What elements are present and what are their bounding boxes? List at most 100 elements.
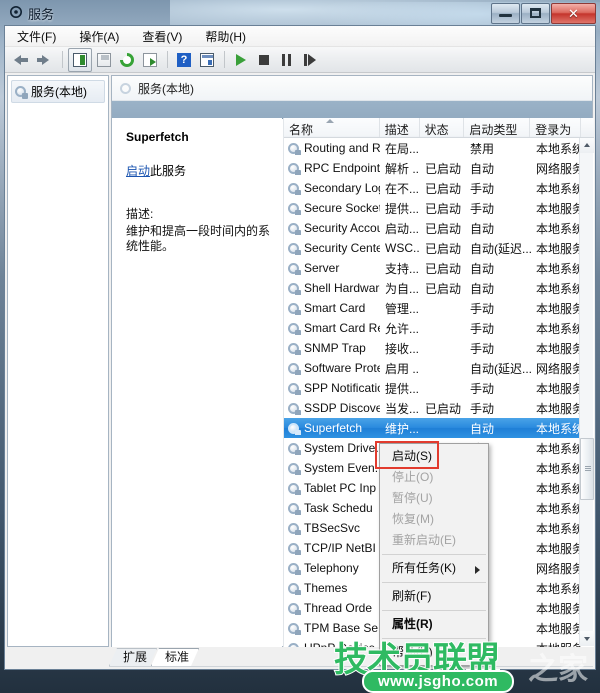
cell-service-name: Routing and Re... xyxy=(284,141,380,155)
table-row[interactable]: SPP Notification ... 提供... 手动 本地服务 xyxy=(284,378,581,398)
scrollbar-thumb[interactable] xyxy=(580,438,594,500)
table-row[interactable]: Security Account... 启动... 已启动自动 本地系统 xyxy=(284,218,581,238)
table-row[interactable]: Smart Card Rem... 允许... 手动 本地系统 xyxy=(284,318,581,338)
service-name-label: Security Center xyxy=(304,241,380,255)
ctx-stop: 停止(O) xyxy=(380,467,488,488)
pause-service-button[interactable] xyxy=(276,49,298,71)
title-bar[interactable]: 服务 ✕ xyxy=(0,0,600,24)
col-header-name-label: 名称 xyxy=(289,123,314,137)
stop-service-button[interactable] xyxy=(253,49,275,71)
table-row[interactable]: Routing and Re... 在局... 禁用 本地系统 xyxy=(284,138,581,158)
menu-file[interactable]: 文件(F) xyxy=(14,27,59,46)
col-header-status[interactable]: 状态 xyxy=(420,118,465,137)
table-row[interactable]: SSDP Discovery 当发... 已启动手动 本地服务 xyxy=(284,398,581,418)
cell-description: 在局... xyxy=(385,141,420,156)
restart-service-button[interactable] xyxy=(299,49,321,71)
cell-log-on-as: 本地服务 xyxy=(536,301,581,316)
close-button[interactable]: ✕ xyxy=(551,3,596,24)
tab-extended[interactable]: 扩展 xyxy=(109,648,157,666)
cell-service-name: Thread Orde xyxy=(284,601,380,615)
service-name-label: Security Account... xyxy=(304,221,380,235)
save-button[interactable] xyxy=(93,49,115,71)
cell-log-on-as: 本地系统 xyxy=(536,581,581,596)
cell-status: 已启动 xyxy=(425,201,462,216)
cell-service-name: Security Account... xyxy=(284,221,380,235)
services-gear-icon xyxy=(287,222,301,235)
ctx-refresh-label: 刷新(F) xyxy=(392,589,432,603)
services-gear-icon xyxy=(287,162,301,175)
menu-help[interactable]: 帮助(H) xyxy=(202,27,249,46)
menu-action[interactable]: 操作(A) xyxy=(76,27,122,46)
table-row[interactable]: Shell Hardware ... 为自... 已启动自动 本地系统 xyxy=(284,278,581,298)
table-row[interactable]: Server 支持... 已启动 自动 本地系统 xyxy=(284,258,581,278)
forward-button[interactable] xyxy=(34,49,56,71)
table-row[interactable]: Secure Socket T... 提供... 已启动手动 本地服务 xyxy=(284,198,581,218)
services-gear-icon xyxy=(287,562,301,575)
service-name-label: Server xyxy=(304,261,340,275)
toggle-console-tree-button[interactable] xyxy=(68,47,92,72)
ctx-all-tasks[interactable]: 所有任务(K) xyxy=(380,558,488,579)
service-name-label: SNMP Trap xyxy=(304,341,366,355)
ctx-restart-label: 重新启动(E) xyxy=(392,533,456,547)
cell-log-on-as: 本地系统 xyxy=(536,441,581,456)
table-row[interactable]: RPC Endpoint M... 解析 ... 已启动自动 网络服务 xyxy=(284,158,581,178)
ctx-properties[interactable]: 属性(R) xyxy=(380,614,488,635)
table-row[interactable]: Superfetch 维护... 自动 本地系统 xyxy=(284,418,581,438)
menu-view[interactable]: 查看(V) xyxy=(139,27,185,46)
arrow-right-icon xyxy=(37,54,49,65)
col-header-startup-type[interactable]: 启动类型 xyxy=(464,118,531,137)
col-header-name[interactable]: 名称 xyxy=(284,118,380,137)
services-gear-icon xyxy=(14,85,28,99)
table-row[interactable]: Security Center WSC... 已启动 自动(延迟... 本地服务 xyxy=(284,238,581,258)
scroll-up-button[interactable] xyxy=(580,138,594,153)
maximize-button[interactable] xyxy=(521,3,550,24)
back-button[interactable] xyxy=(11,49,33,71)
cell-log-on-as: 网络服务 xyxy=(536,361,581,376)
ctx-refresh[interactable]: 刷新(F) xyxy=(380,586,488,607)
cell-startup-type: 手动 xyxy=(470,401,495,416)
services-gear-icon xyxy=(287,282,301,295)
cell-log-on-as: 本地服务 xyxy=(536,381,581,396)
tab-standard[interactable]: 标准 xyxy=(151,648,199,666)
cell-service-name: Secondary Logon xyxy=(284,181,380,195)
service-context-menu[interactable]: 启动(S) 停止(O) 暂停(U) 恢复(M) 重新启动(E) 所有任务(K) 刷新(F) 属… xyxy=(379,443,489,666)
services-gear-icon xyxy=(287,422,301,435)
cell-startup-type: 手动 xyxy=(470,321,495,336)
floppy-disk-icon xyxy=(97,52,111,67)
ctx-help[interactable]: 帮助(H) xyxy=(380,642,488,663)
service-name-label: Themes xyxy=(304,581,348,595)
refresh-button[interactable] xyxy=(116,49,138,71)
cell-service-name: TCP/IP NetBI xyxy=(284,541,380,555)
cell-service-name: Shell Hardware ... xyxy=(284,281,380,295)
start-service-button[interactable] xyxy=(230,49,252,71)
cell-service-name: TPM Base Se xyxy=(284,621,380,635)
service-name-label: Telephony xyxy=(304,561,359,575)
cell-service-name: Secure Socket T... xyxy=(284,201,380,215)
scroll-down-button[interactable] xyxy=(580,631,594,646)
start-service-link[interactable]: 启动 xyxy=(126,164,150,178)
table-row[interactable]: Smart Card 管理... 手动 本地服务 xyxy=(284,298,581,318)
minimize-button[interactable] xyxy=(491,3,520,24)
list-vertical-scrollbar[interactable] xyxy=(579,138,594,646)
help-button[interactable]: ? xyxy=(173,49,195,71)
col-header-log-on-as[interactable]: 登录为 xyxy=(530,118,580,137)
cell-service-name: TBSecSvc xyxy=(284,521,380,535)
ctx-start-label: 启动(S) xyxy=(392,449,432,463)
export-list-button[interactable] xyxy=(139,49,161,71)
cell-status: 已启动 xyxy=(425,281,462,296)
table-row[interactable]: Secondary Logon 在不... 已启动手动 本地系统 xyxy=(284,178,581,198)
services-gear-icon xyxy=(119,82,132,95)
col-header-description[interactable]: 描述 xyxy=(380,118,420,137)
tree-item-services-local[interactable]: 服务(本地) xyxy=(11,80,105,103)
table-row[interactable]: SNMP Trap 接收... 手动 本地服务 xyxy=(284,338,581,358)
pane-header: 服务(本地) xyxy=(112,76,592,101)
table-row[interactable]: Software Protect... 启用 ... 自动(延迟... 网络服务 xyxy=(284,358,581,378)
services-gear-icon xyxy=(287,262,301,275)
ctx-start[interactable]: 启动(S) xyxy=(380,446,488,467)
cell-status: 已启动 xyxy=(425,261,462,276)
properties-button[interactable] xyxy=(196,49,218,71)
cell-service-name: Server xyxy=(284,261,380,275)
cell-description: 启动... xyxy=(385,221,420,236)
properties-window-icon xyxy=(200,52,214,67)
service-name-label: TPM Base Se xyxy=(304,621,379,635)
